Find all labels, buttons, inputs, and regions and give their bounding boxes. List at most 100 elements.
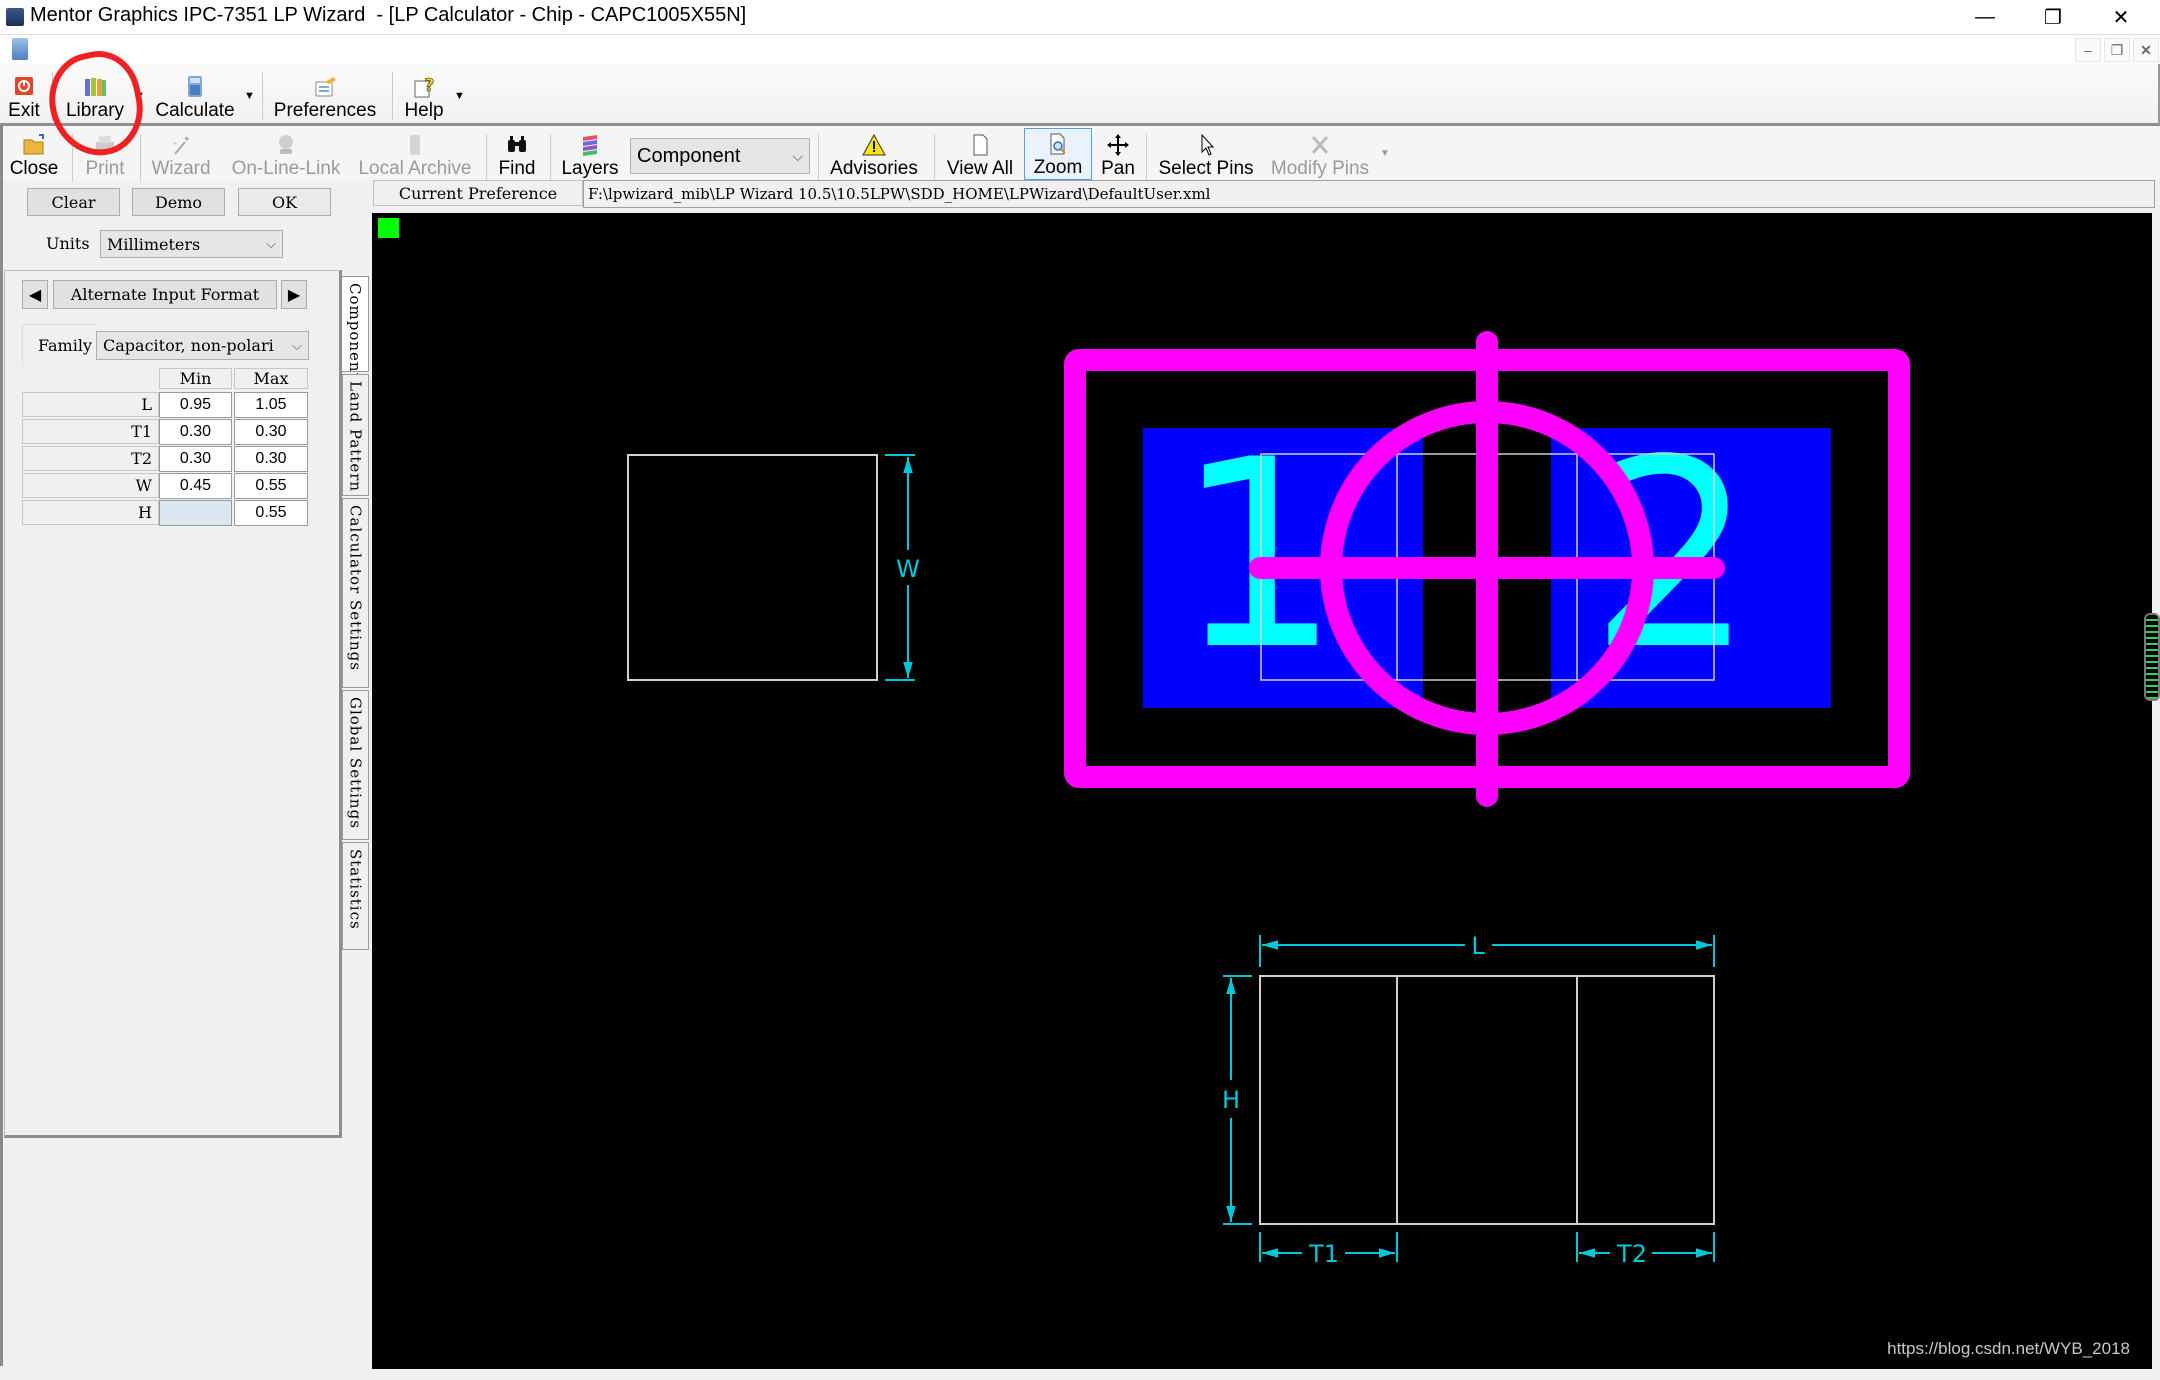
drawing-canvas[interactable]: W 1 2 L H T1 T2 https://blog.csdn.net/WY… xyxy=(372,213,2152,1369)
pan-button[interactable]: Pan xyxy=(1096,128,1140,180)
online-link-label: On-Line-Link xyxy=(231,158,341,179)
demo-button[interactable]: Demo xyxy=(132,188,225,216)
dimension-row-label: T1 xyxy=(22,419,159,444)
local-archive-button[interactable]: Local Archive xyxy=(356,128,474,180)
dimension-min-field[interactable]: 0.30 xyxy=(159,446,232,472)
wizard-label: Wizard xyxy=(151,158,211,179)
mdi-restore-button[interactable]: ❐ xyxy=(2104,38,2130,62)
separator xyxy=(392,72,393,120)
close-button[interactable]: Close xyxy=(8,128,60,180)
zoom-icon xyxy=(1050,133,1066,155)
units-select[interactable]: Millimeters ⌵ xyxy=(100,230,283,258)
t2-dimension-label: T2 xyxy=(1616,1240,1647,1268)
window-minimize-button[interactable]: — xyxy=(1950,0,2020,34)
family-select[interactable]: Capacitor, non-polari ⌵ xyxy=(96,331,309,360)
tab-statistics[interactable]: Statistics xyxy=(342,842,369,950)
component-side-view xyxy=(1259,975,1715,1225)
dimension-max-field[interactable]: 1.05 xyxy=(234,392,308,418)
zoom-button[interactable]: Zoom xyxy=(1024,128,1092,180)
print-label: Print xyxy=(85,158,125,179)
splitter-handle[interactable] xyxy=(2144,613,2160,701)
help-button[interactable]: ? Help xyxy=(400,68,448,122)
tab-statistics-label: Statistics xyxy=(346,849,365,930)
separator xyxy=(52,72,53,120)
svg-text:?: ? xyxy=(424,76,434,96)
zoom-label: Zoom xyxy=(1033,157,1083,178)
online-link-button[interactable]: On-Line-Link xyxy=(228,128,344,180)
local-archive-label: Local Archive xyxy=(358,158,472,179)
arrow-left-icon: ◀ xyxy=(28,286,42,304)
separator xyxy=(818,134,819,182)
preferences-icon xyxy=(315,77,336,97)
tab-calculator-settings[interactable]: Calculator Settings xyxy=(342,498,369,688)
clear-label: Clear xyxy=(51,192,96,212)
calculate-button[interactable]: Calculate xyxy=(152,68,238,122)
h-dimension-label: H xyxy=(1222,1086,1240,1114)
pan-icon xyxy=(1107,134,1129,156)
alternate-input-format-label: Alternate Input Format xyxy=(70,285,260,304)
dimension-max-field[interactable]: 0.55 xyxy=(234,473,308,499)
tab-component[interactable]: Component xyxy=(342,276,369,380)
help-dropdown-icon[interactable]: ▼ xyxy=(454,90,465,102)
exit-button[interactable]: Exit xyxy=(6,68,42,122)
cursor-icon xyxy=(1201,134,1215,156)
ok-button[interactable]: OK xyxy=(238,188,331,216)
layers-button[interactable]: Layers xyxy=(558,128,622,180)
tab-global-settings[interactable]: Global Settings xyxy=(342,690,369,840)
calculator-icon xyxy=(188,76,202,97)
watermark: https://blog.csdn.net/WYB_2018 xyxy=(1887,1339,2130,1358)
view-toolbar: Close Print ✦ + Wizard On-Line-Link Local… xyxy=(0,126,2160,182)
calculator-doc-icon[interactable] xyxy=(12,38,28,60)
library-dropdown-icon[interactable]: ▼ xyxy=(134,90,145,102)
app-icon xyxy=(6,8,24,26)
window-restore-button[interactable]: ❐ xyxy=(2018,0,2088,34)
layer-select[interactable]: Component ⌵ xyxy=(630,138,810,174)
current-preference-label: Current Preference xyxy=(373,180,583,206)
main-toolbar: Exit Library ▼ Calculate ▼ Preferences ?… xyxy=(0,64,2160,126)
origin-marker xyxy=(378,218,399,238)
exit-label: Exit xyxy=(8,100,40,121)
tab-land-pattern-label: Land Pattern xyxy=(346,381,365,493)
dimension-min-field[interactable] xyxy=(159,500,232,526)
dimension-max-field[interactable]: 0.55 xyxy=(234,500,308,526)
separator xyxy=(262,72,263,120)
mdi-minimize-button[interactable]: – xyxy=(2075,38,2101,62)
clear-button[interactable]: Clear xyxy=(27,188,120,216)
modify-pins-button[interactable]: Modify Pins xyxy=(1264,128,1376,180)
binoculars-icon xyxy=(508,136,526,152)
dimension-row-label: T2 xyxy=(22,446,159,471)
alt-format-next-button[interactable]: ▶ xyxy=(281,280,307,309)
tab-calculator-settings-label: Calculator Settings xyxy=(346,505,365,671)
chevron-down-icon: ⌵ xyxy=(292,337,302,353)
library-icon xyxy=(85,78,106,96)
select-pins-label: Select Pins xyxy=(1158,158,1254,179)
family-label: Family xyxy=(38,336,92,355)
dimension-min-field[interactable]: 0.95 xyxy=(159,392,232,418)
title-bar: Mentor Graphics IPC-7351 LP Wizard - [LP… xyxy=(0,0,2160,34)
select-pins-button[interactable]: Select Pins xyxy=(1154,128,1258,180)
find-button[interactable]: Find xyxy=(494,128,540,180)
mdi-close-button[interactable]: ✕ xyxy=(2133,38,2159,62)
advisories-button[interactable]: Advisories xyxy=(826,128,922,180)
print-button[interactable]: Print xyxy=(80,128,130,180)
dimension-max-field[interactable]: 0.30 xyxy=(234,446,308,472)
preferences-label: Preferences xyxy=(273,100,377,121)
view-all-button[interactable]: View All xyxy=(942,128,1018,180)
library-button[interactable]: Library xyxy=(62,68,128,122)
help-icon: ? xyxy=(414,76,435,98)
dimension-min-field[interactable]: 0.30 xyxy=(159,419,232,445)
calculate-dropdown-icon[interactable]: ▼ xyxy=(244,90,255,102)
dimension-max-field[interactable]: 0.30 xyxy=(234,419,308,445)
window-close-button[interactable]: ✕ xyxy=(2086,0,2156,34)
tab-land-pattern[interactable]: Land Pattern xyxy=(342,374,369,496)
ok-label: OK xyxy=(271,192,298,212)
t1-dimension-label: T1 xyxy=(1308,1240,1339,1268)
tab-global-settings-label: Global Settings xyxy=(346,697,365,829)
folder-icon xyxy=(23,134,44,155)
wizard-button[interactable]: ✦ + Wizard xyxy=(148,128,214,180)
alternate-input-format-button[interactable]: Alternate Input Format xyxy=(53,280,277,309)
alt-format-prev-button[interactable]: ◀ xyxy=(22,280,48,309)
dimension-min-field[interactable]: 0.45 xyxy=(159,473,232,499)
modify-pins-dropdown-icon[interactable]: ▼ xyxy=(1380,148,1390,159)
preferences-button[interactable]: Preferences xyxy=(272,68,378,122)
